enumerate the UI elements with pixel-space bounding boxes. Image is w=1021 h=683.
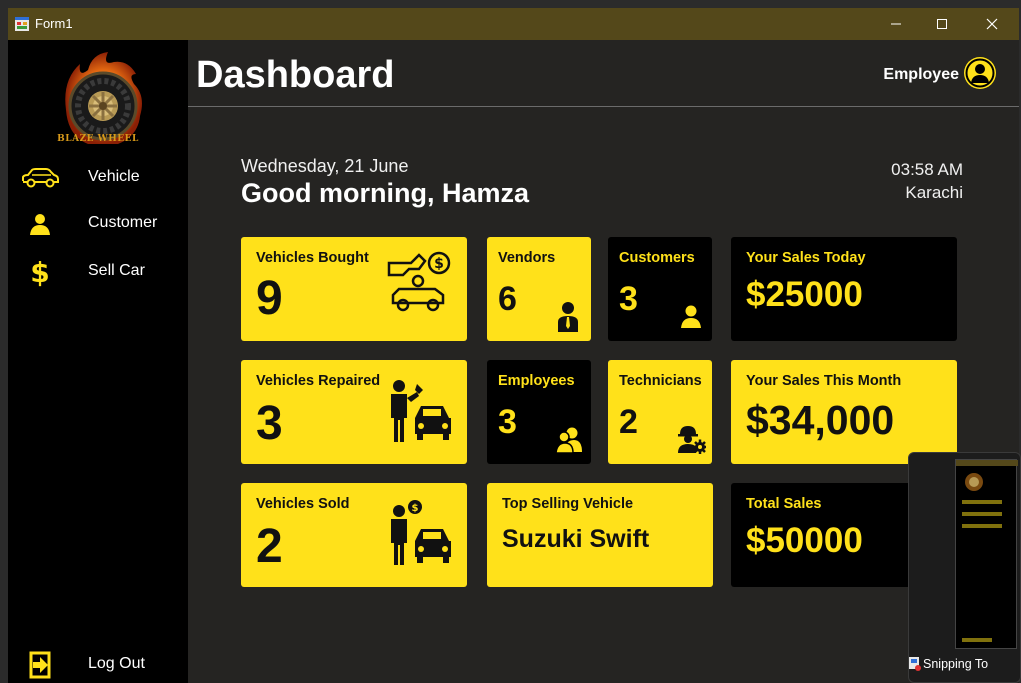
dollar-icon: $ <box>20 257 60 287</box>
window-title: Form1 <box>35 16 73 31</box>
sidebar-item-label: Sell Car <box>88 262 145 279</box>
header-divider <box>188 106 1019 107</box>
users-icon <box>555 427 582 454</box>
card-value: Suzuki Swift <box>502 525 650 553</box>
card-vendors[interactable]: Vendors 6 <box>487 237 591 341</box>
close-button[interactable] <box>969 8 1015 40</box>
card-value: $25000 <box>746 275 863 314</box>
close-icon <box>986 18 998 30</box>
technician-gear-icon <box>678 426 706 454</box>
card-value: 9 <box>256 272 283 325</box>
card-title: Your Sales This Month <box>746 373 902 389</box>
thumbnail-content-icon <box>956 460 1018 642</box>
title-bar[interactable]: Form1 <box>8 8 1019 40</box>
card-title: Vendors <box>498 250 556 266</box>
card-title: Vehicles Repaired <box>256 373 381 389</box>
current-date: Wednesday, 21 June <box>241 156 409 176</box>
card-value: $50000 <box>746 521 863 560</box>
sidebar: BLAZE WHEEL Vehicle Customer $ Sell Car … <box>8 40 188 683</box>
card-value: 6 <box>498 280 517 318</box>
maximize-button[interactable] <box>919 8 965 40</box>
sidebar-item-vehicle[interactable]: Vehicle <box>8 160 188 196</box>
svg-text:$: $ <box>412 503 419 514</box>
current-time: 03:58 AM <box>891 160 963 179</box>
card-vehicles-repaired[interactable]: Vehicles Repaired 3 <box>241 360 467 464</box>
taskbar-preview-label: Snipping To <box>923 657 989 671</box>
card-technicians[interactable]: Technicians 2 <box>608 360 712 464</box>
app-window: Form1 BLAZE WHEEL Vehicle Customer $ Sel… <box>8 8 1019 683</box>
card-employees[interactable]: Employees 3 <box>487 360 591 464</box>
card-value: 2 <box>619 403 638 441</box>
seller-car-icon: $ <box>391 500 451 565</box>
snipping-tool-icon <box>909 657 921 671</box>
card-value: $34,000 <box>746 397 895 443</box>
car-dollar-icon: $ <box>387 251 451 312</box>
logout-icon <box>20 651 60 679</box>
car-icon <box>20 164 60 192</box>
mechanic-car-icon <box>391 380 451 442</box>
main-content: Dashboard Employee Wednesday, 21 June Go… <box>188 40 1019 683</box>
card-title: Your Sales Today <box>746 250 866 266</box>
card-value: 2 <box>256 520 283 573</box>
sidebar-item-customer[interactable]: Customer <box>8 206 188 242</box>
card-customers[interactable]: Customers 3 <box>608 237 712 341</box>
card-title: Customers <box>619 250 695 266</box>
card-value: 3 <box>619 280 638 318</box>
svg-text:$: $ <box>30 257 49 287</box>
current-city: Karachi <box>905 183 963 202</box>
maximize-icon <box>937 19 947 29</box>
minimize-button[interactable] <box>873 8 919 40</box>
logout-label: Log Out <box>88 655 145 672</box>
card-value: 3 <box>256 397 283 450</box>
sidebar-item-label: Customer <box>88 214 158 231</box>
card-title: Vehicles Bought <box>256 250 369 266</box>
card-title: Technicians <box>619 373 702 389</box>
page-title: Dashboard <box>196 54 395 96</box>
businessman-icon <box>558 302 578 332</box>
user-circle-icon[interactable] <box>963 56 997 90</box>
taskbar-thumbnail-preview[interactable]: Snipping To <box>908 452 1021 683</box>
form-icon <box>15 17 29 31</box>
greeting-message: Good morning, Hamza <box>241 178 530 208</box>
svg-text:$: $ <box>434 256 444 272</box>
card-vehicles-sold[interactable]: Vehicles Sold 2 $ <box>241 483 467 587</box>
card-value: 3 <box>498 403 517 441</box>
thumbnail-window <box>955 459 1018 649</box>
card-title: Top Selling Vehicle <box>502 496 634 512</box>
card-sales-month[interactable]: Your Sales This Month $34,000 <box>731 360 957 464</box>
sidebar-item-label: Vehicle <box>88 168 140 185</box>
card-sales-today[interactable]: Your Sales Today $25000 <box>731 237 957 341</box>
sidebar-item-sell-car[interactable]: $ Sell Car <box>8 254 188 290</box>
card-title: Total Sales <box>746 496 822 512</box>
logout-button[interactable]: Log Out <box>8 647 188 683</box>
card-title: Employees <box>498 373 575 389</box>
minimize-icon <box>891 23 901 25</box>
card-vehicles-bought[interactable]: Vehicles Bought 9 $ <box>241 237 467 341</box>
role-label: Employee <box>883 66 959 83</box>
user-icon <box>20 210 60 238</box>
card-title: Vehicles Sold <box>256 496 350 512</box>
card-top-selling-vehicle[interactable]: Top Selling Vehicle Suzuki Swift <box>487 483 713 587</box>
user-icon <box>681 305 701 328</box>
brand-name: BLAZE WHEEL <box>57 134 139 144</box>
